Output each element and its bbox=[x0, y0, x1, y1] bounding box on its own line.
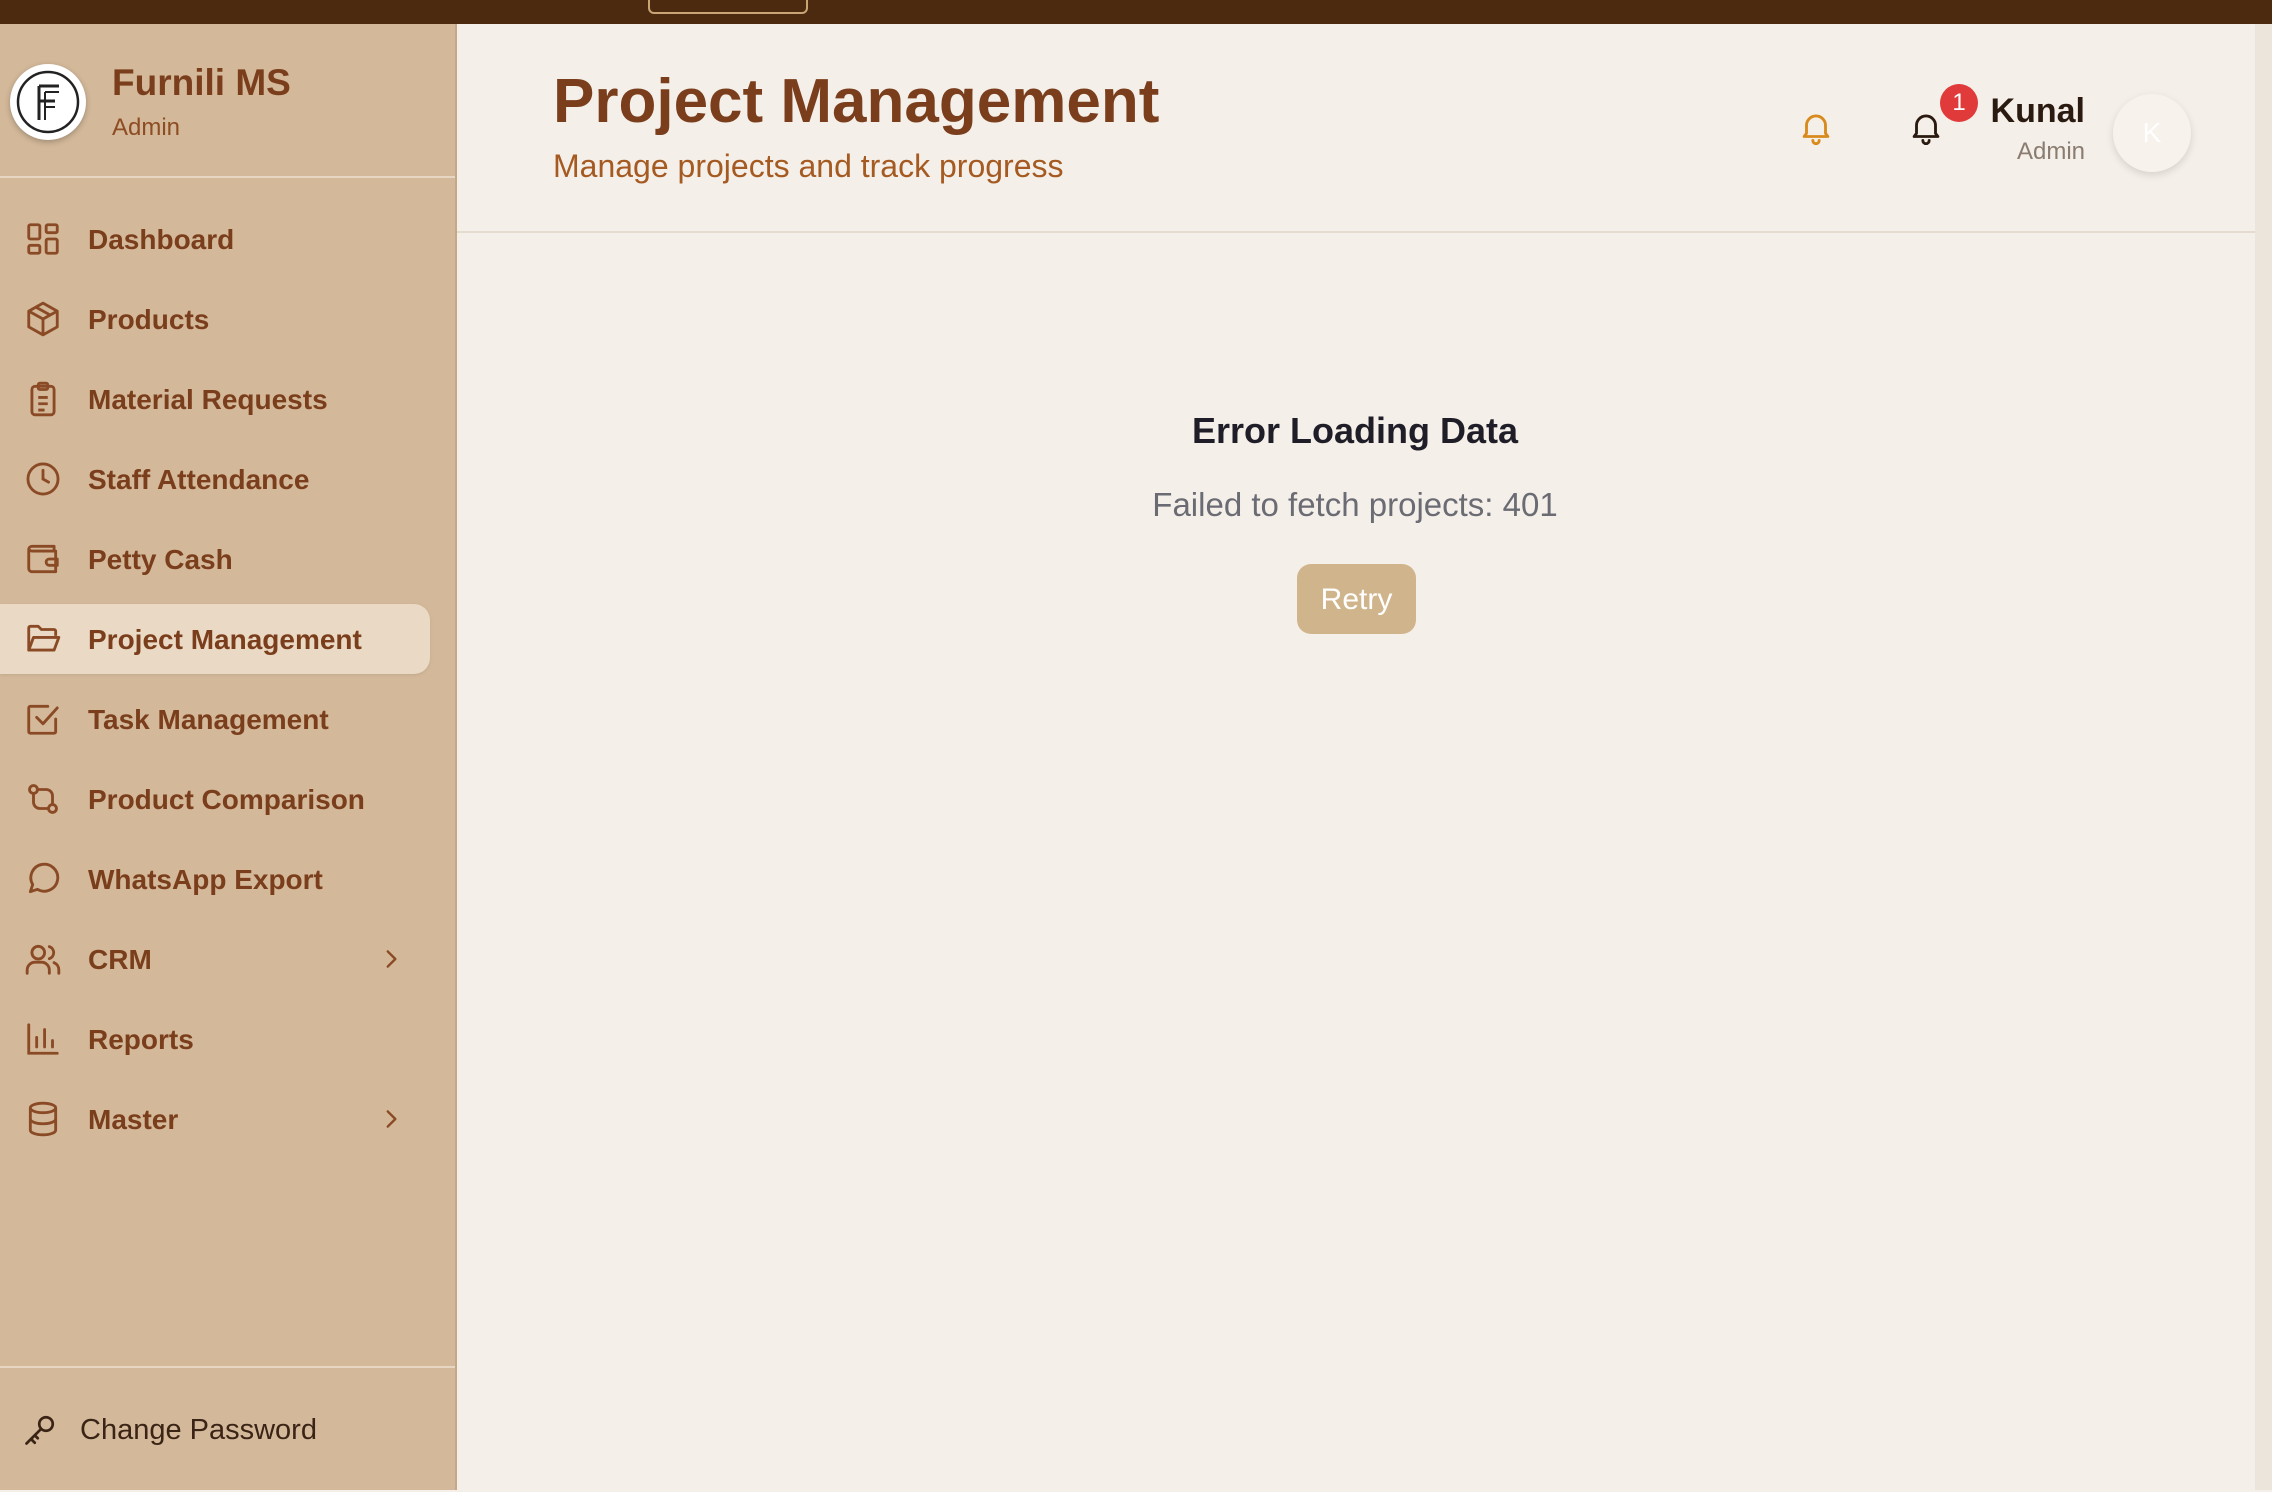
database-icon bbox=[24, 1100, 62, 1138]
sidebar: Furnili MS Admin Dashboard Products Mate… bbox=[0, 24, 457, 1490]
avatar[interactable]: K bbox=[2113, 94, 2191, 172]
bell-icon[interactable] bbox=[1797, 108, 1835, 146]
folder-open-icon bbox=[24, 620, 62, 658]
sidebar-item-label: Product Comparison bbox=[88, 784, 365, 815]
retry-button[interactable]: Retry bbox=[1297, 564, 1416, 634]
sidebar-item-master[interactable]: Master bbox=[0, 1084, 430, 1154]
sidebar-item-petty-cash[interactable]: Petty Cash bbox=[0, 524, 430, 594]
chevron-right-icon[interactable] bbox=[378, 1106, 404, 1132]
sidebar-item-label: Project Management bbox=[88, 624, 362, 655]
sidebar-item-task-management[interactable]: Task Management bbox=[0, 684, 430, 754]
clipboard-list-icon bbox=[24, 380, 62, 418]
sidebar-item-label: Material Requests bbox=[88, 384, 328, 415]
dashboard-grid-icon bbox=[24, 220, 62, 258]
sidebar-item-crm[interactable]: CRM bbox=[0, 924, 430, 994]
sidebar-item-label: Staff Attendance bbox=[88, 464, 310, 495]
page-title: Project Management bbox=[553, 67, 1160, 136]
change-password-label: Change Password bbox=[80, 1414, 317, 1446]
change-password-button[interactable]: Change Password bbox=[0, 1388, 455, 1468]
brand-role: Admin bbox=[112, 114, 181, 141]
sidebar-item-products[interactable]: Products bbox=[0, 284, 430, 354]
page-header: Project Management Manage projects and t… bbox=[457, 24, 2255, 233]
users-icon bbox=[24, 940, 62, 978]
sidebar-footer: Change Password bbox=[0, 1366, 455, 1492]
sidebar-item-label: Master bbox=[88, 1104, 179, 1135]
sidebar-item-staff-attendance[interactable]: Staff Attendance bbox=[0, 444, 430, 514]
browser-tab-outline[interactable] bbox=[648, 0, 808, 14]
browser-top-bar bbox=[0, 0, 2272, 24]
sidebar-item-label: WhatsApp Export bbox=[88, 864, 323, 895]
sidebar-item-project-management[interactable]: Project Management bbox=[0, 604, 430, 674]
package-box-icon bbox=[24, 300, 62, 338]
message-circle-icon bbox=[24, 860, 62, 898]
scrollbar-track[interactable] bbox=[2255, 24, 2272, 1490]
key-icon bbox=[22, 1412, 58, 1448]
bar-chart-icon bbox=[24, 1020, 62, 1058]
sidebar-item-dashboard[interactable]: Dashboard bbox=[0, 204, 430, 274]
error-message: Failed to fetch projects: 401 bbox=[1152, 486, 1558, 523]
sidebar-item-label: Products bbox=[88, 304, 210, 335]
sidebar-item-label: CRM bbox=[88, 944, 152, 975]
chevron-right-icon[interactable] bbox=[378, 946, 404, 972]
sidebar-item-material-requests[interactable]: Material Requests bbox=[0, 364, 430, 434]
user-name: Kunal bbox=[1990, 92, 2085, 130]
furnili-logo-icon bbox=[10, 64, 86, 140]
error-title: Error Loading Data bbox=[1191, 410, 1519, 451]
checkbox-icon bbox=[24, 700, 62, 738]
user-role: Admin bbox=[2016, 138, 2085, 165]
notifications-bell-icon[interactable] bbox=[1907, 108, 1945, 146]
sidebar-item-label: Task Management bbox=[88, 704, 329, 735]
wallet-icon bbox=[24, 540, 62, 578]
sidebar-item-label: Reports bbox=[88, 1024, 194, 1055]
git-compare-icon bbox=[24, 780, 62, 818]
sidebar-item-whatsapp-export[interactable]: WhatsApp Export bbox=[0, 844, 430, 914]
sidebar-item-reports[interactable]: Reports bbox=[0, 1004, 430, 1074]
page-subtitle: Manage projects and track progress bbox=[553, 148, 1064, 184]
sidebar-item-label: Petty Cash bbox=[88, 544, 233, 575]
sidebar-item-label: Dashboard bbox=[88, 224, 235, 255]
clock-icon bbox=[24, 460, 62, 498]
brand-header: Furnili MS Admin bbox=[0, 24, 455, 178]
brand-title: Furnili MS bbox=[112, 62, 291, 103]
sidebar-item-product-comparison[interactable]: Product Comparison bbox=[0, 764, 430, 834]
notification-count-badge: 1 bbox=[1940, 84, 1978, 122]
